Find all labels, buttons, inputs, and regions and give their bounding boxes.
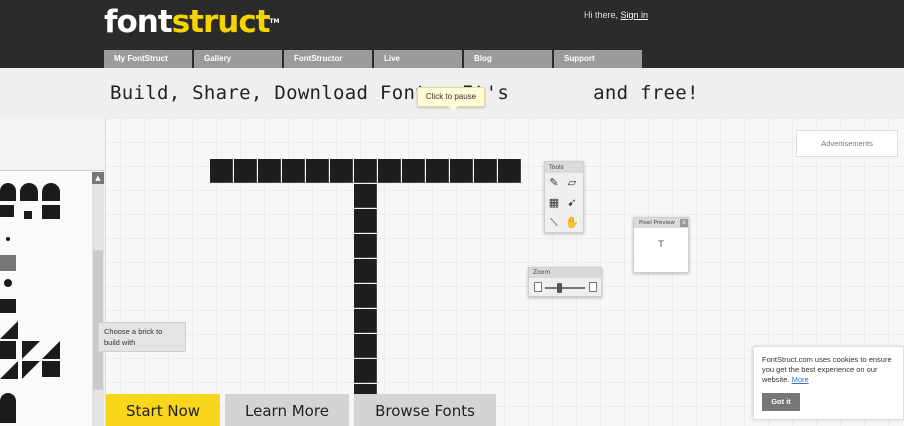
glyph-cell[interactable] [378,159,401,183]
logo-font: font [104,4,173,40]
glyph-cell[interactable] [354,359,377,383]
sign-in-link[interactable]: Sign in [621,10,649,20]
scroll-up-arrow-icon[interactable]: ▲ [92,172,104,184]
glyph-cell[interactable] [450,159,473,183]
glyph-cell[interactable] [474,159,497,183]
glyph-cell[interactable] [354,259,377,283]
palette-brick[interactable] [0,361,18,379]
grid-icon[interactable]: ▦ [546,195,562,211]
pixel-preview-char: T [658,240,664,250]
palette-brick[interactable] [6,237,10,241]
glyph-cell[interactable] [354,209,377,233]
zoom-slider[interactable] [545,287,585,289]
page: fontstruct TM Hi there, Sign in My FontS… [0,0,904,426]
tools-panel: Tools ✎ ▱ ▦ ➹ ⟍ ✋ [544,161,584,233]
greeting-text: Hi there, [584,10,619,20]
select-arrow-icon[interactable]: ➹ [564,195,580,211]
glyph-cell[interactable] [210,159,233,183]
zoom-title: Zoom [529,268,601,278]
palette-brick[interactable] [22,341,40,359]
nav-tab-live[interactable]: Live [374,50,462,68]
palette-brick[interactable] [42,361,60,377]
nav-tab-support[interactable]: Support [554,50,642,68]
glyph-cell[interactable] [354,309,377,333]
glyph-cell[interactable] [402,159,425,183]
zoom-panel: Zoom [528,267,602,297]
fontstruct-logo[interactable]: fontstruct TM [104,4,280,40]
glyph-cell[interactable] [354,159,377,183]
glyph-cell[interactable] [234,159,257,183]
palette-brick[interactable] [0,183,16,201]
cookie-notice: FontStruct.com uses cookies to ensure yo… [753,346,904,420]
palette-brick[interactable] [0,341,16,359]
glyph-cell[interactable] [354,284,377,308]
glyph-cell[interactable] [258,159,281,183]
tagline-end: and free! [593,82,699,104]
glyph-cell[interactable] [306,159,329,183]
click-to-pause-tooltip[interactable]: Click to pause [417,87,485,111]
palette-brick[interactable] [0,393,16,423]
palette-brick[interactable] [22,361,40,379]
pixel-preview-panel: Pixel Preview x T [633,217,689,273]
palette-brick[interactable] [0,299,16,313]
palette-brick[interactable] [0,321,18,339]
pencil-icon[interactable]: ✎ [546,175,562,191]
glyph-cell[interactable] [354,234,377,258]
browse-fonts-button[interactable]: Browse Fonts [354,394,496,426]
zoom-out-icon[interactable] [534,282,542,292]
glyph-cell[interactable] [354,184,377,208]
cookie-more-link[interactable]: More [792,375,809,384]
palette-scroll-thumb[interactable] [93,250,103,390]
nav-tab-gallery[interactable]: Gallery [194,50,282,68]
palette-brick[interactable] [42,183,60,201]
main-nav: My FontStruct Gallery FontStructor Live … [104,50,644,68]
zoom-in-icon[interactable] [589,282,597,292]
brick-palette [0,170,104,426]
nav-tab-fontstructor[interactable]: FontStructor [284,50,372,68]
palette-brick[interactable] [24,211,32,219]
brick-hint-tooltip: Choose a brick to build with [98,322,186,352]
palette-brick[interactable] [0,205,14,217]
learn-more-button[interactable]: Learn More [225,394,349,426]
close-icon[interactable]: x [680,219,688,227]
palette-brick[interactable] [42,205,60,219]
hand-icon[interactable]: ✋ [564,215,580,231]
site-header: fontstruct TM Hi there, Sign in My FontS… [0,0,904,68]
advertisements-label: Advertisements [796,130,898,157]
nav-tab-blog[interactable]: Blog [464,50,552,68]
glyph-cell[interactable] [282,159,305,183]
tools-title: Tools [545,162,583,173]
glyph-cell[interactable] [498,159,521,183]
palette-brick[interactable] [20,183,38,201]
zoom-slider-knob[interactable] [557,283,562,293]
glyph-cell[interactable] [354,334,377,358]
logo-trademark: TM [269,18,280,25]
greeting: Hi there, Sign in [584,10,648,20]
glyph-cell[interactable] [426,159,449,183]
palette-brick[interactable] [4,279,12,287]
palette-brick[interactable] [42,341,60,359]
logo-struct: struct [171,4,271,40]
palette-brick-selected[interactable] [0,255,16,271]
start-now-button[interactable]: Start Now [106,394,220,426]
got-it-button[interactable]: Got it [762,393,800,411]
nav-tab-my-fontstruct[interactable]: My FontStruct [104,50,192,68]
line-tool-icon[interactable]: ⟍ [546,215,562,231]
glyph-cell[interactable] [330,159,353,183]
eraser-icon[interactable]: ▱ [564,175,580,191]
tagline: Build, Share, Download Fonts. It's and fr… [110,82,699,104]
cookie-text: FontStruct.com uses cookies to ensure yo… [762,355,892,384]
